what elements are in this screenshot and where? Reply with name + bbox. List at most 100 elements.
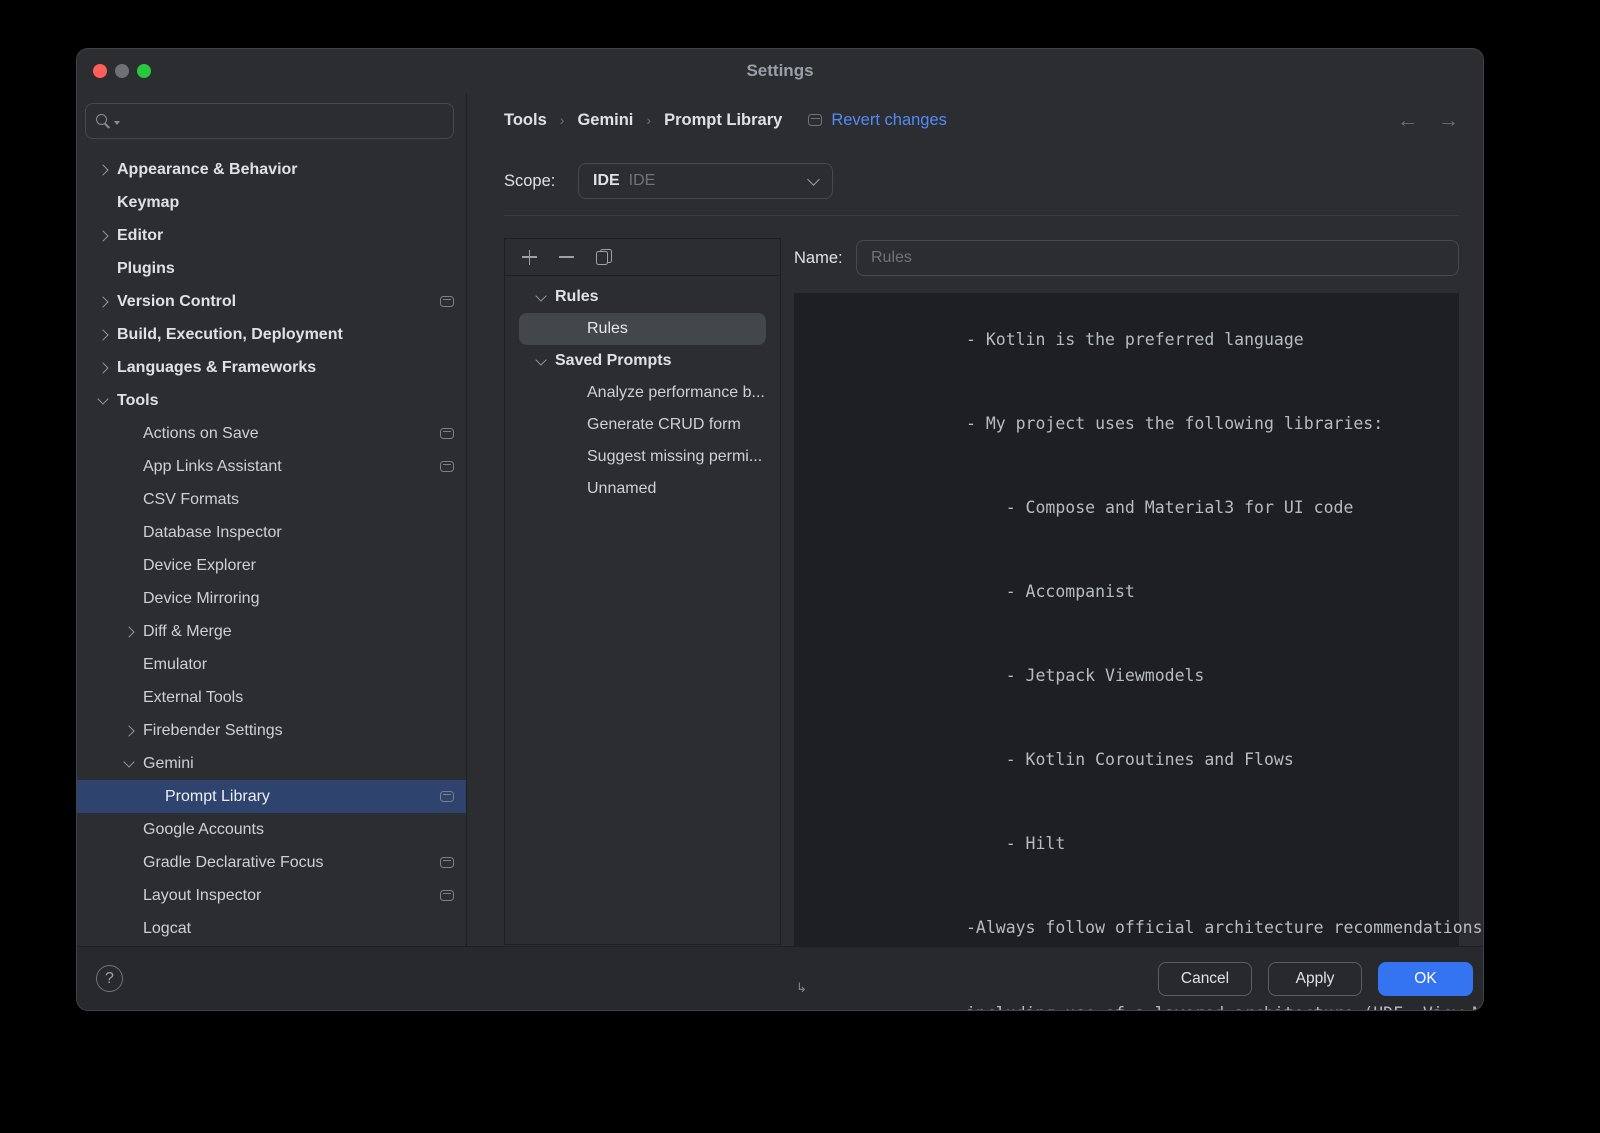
sidebar-item[interactable]: Layout Inspector <box>77 879 466 912</box>
remove-prompt-button[interactable] <box>559 256 574 258</box>
sidebar-item[interactable]: Actions on Save <box>77 417 466 450</box>
chevron-icon <box>97 362 108 373</box>
chevron-icon <box>97 230 108 241</box>
prompt-tree-row[interactable]: Analyze performance b... <box>519 377 766 409</box>
prompt-tree-label: Rules <box>555 288 599 306</box>
sidebar-item-label: App Links Assistant <box>143 458 282 476</box>
editor-line-text: - Accompanist <box>966 582 1135 601</box>
zoom-window-button[interactable] <box>137 64 151 78</box>
editor-line[interactable]: ↳ - Jetpack Viewmodels↲ <box>794 634 1459 718</box>
editor-line-text: - Kotlin Coroutines and Flows <box>966 750 1294 769</box>
prompt-tree-label: Rules <box>587 320 628 338</box>
sidebar-item[interactable]: Version Control <box>77 285 466 318</box>
editor-line[interactable]: ↳- My project uses the following librari… <box>794 382 1459 466</box>
prompt-text-editor[interactable]: ↳- Kotlin is the preferred language↲ ↳- … <box>794 293 1459 1011</box>
editor-line-text: - Compose and Material3 for UI code <box>966 498 1353 517</box>
sidebar-item[interactable]: Device Mirroring <box>77 582 466 615</box>
sidebar-item-label: Actions on Save <box>143 425 259 443</box>
sidebar-item-label: Device Mirroring <box>143 590 259 608</box>
chevron-icon <box>97 164 108 175</box>
sidebar-item[interactable]: Appearance & Behavior <box>77 153 466 186</box>
sidebar-item[interactable]: Gemini <box>77 747 466 780</box>
sidebar-item[interactable]: Emulator <box>77 648 466 681</box>
project-settings-icon <box>440 791 454 803</box>
section-divider <box>504 215 1459 216</box>
revert-changes-link[interactable]: Revert changes <box>831 111 947 130</box>
add-prompt-button[interactable] <box>522 250 537 265</box>
editor-line[interactable]: ↳ - Kotlin Coroutines and Flows↲ <box>794 718 1459 802</box>
breadcrumb-separator-icon: › <box>646 112 651 128</box>
sidebar-item[interactable]: Device Explorer <box>77 549 466 582</box>
chevron-icon <box>97 329 108 340</box>
copy-prompt-button[interactable] <box>596 249 612 265</box>
sidebar-item[interactable]: Keymap <box>77 186 466 219</box>
sidebar-item-label: Google Accounts <box>143 821 264 839</box>
prompt-tree-row[interactable]: Rules <box>519 281 766 313</box>
forward-arrow-icon[interactable]: → <box>1438 110 1459 131</box>
sidebar-item[interactable]: Plugins <box>77 252 466 285</box>
help-button[interactable]: ? <box>96 965 123 992</box>
close-window-button[interactable] <box>93 64 107 78</box>
prompt-tree-row[interactable]: Generate CRUD form <box>519 409 766 441</box>
revert-icon <box>808 114 822 126</box>
sidebar-item-label: Firebender Settings <box>143 722 283 740</box>
traffic-lights <box>93 49 151 93</box>
project-settings-icon <box>440 296 454 308</box>
prompt-tree-row[interactable]: Saved Prompts <box>519 345 766 377</box>
settings-content: Tools › Gemini › Prompt Library Revert c… <box>467 93 1483 946</box>
search-icon <box>96 114 111 129</box>
sidebar-item[interactable]: App Links Assistant <box>77 450 466 483</box>
prompt-tree-row[interactable]: Unnamed <box>519 473 766 505</box>
sidebar-item[interactable]: Diff & Merge <box>77 615 466 648</box>
chevron-icon <box>123 725 134 736</box>
scope-value: IDE <box>593 172 620 190</box>
sidebar-item-label: Appearance & Behavior <box>117 161 298 179</box>
sidebar-item-label: Languages & Frameworks <box>117 359 316 377</box>
editor-line-text: - Jetpack Viewmodels <box>966 666 1204 685</box>
sidebar-item[interactable]: Database Inspector <box>77 516 466 549</box>
sidebar-item[interactable]: Tools <box>77 384 466 417</box>
prompt-library-panels: Rules Rules Saved Prompts <box>504 238 1459 1011</box>
sidebar-item[interactable]: Languages & Frameworks <box>77 351 466 384</box>
sidebar-item[interactable]: Editor <box>77 219 466 252</box>
prompt-tree-row[interactable]: Suggest missing permi... <box>519 441 766 473</box>
minimize-window-button[interactable] <box>115 64 129 78</box>
revert-changes[interactable]: Revert changes <box>808 111 947 130</box>
editor-line[interactable]: ↳including use of a layered architecture… <box>794 972 1459 1011</box>
breadcrumb-item-gemini[interactable]: Gemini <box>577 111 633 130</box>
sidebar-item[interactable]: Prompt Library <box>77 780 466 813</box>
chevron-down-icon <box>807 173 820 186</box>
prompt-form: Name: Rules ↳- Kotlin is the preferred l… <box>794 238 1459 1011</box>
sidebar-item[interactable]: Google Accounts <box>77 813 466 846</box>
sidebar-item-label: Keymap <box>117 194 179 212</box>
sidebar-item[interactable]: External Tools <box>77 681 466 714</box>
sidebar-item[interactable]: Logcat <box>77 912 466 945</box>
sidebar-item-label: Tools <box>117 392 158 410</box>
sidebar-item-label: Build, Execution, Deployment <box>117 326 343 344</box>
scope-label: Scope: <box>504 172 578 191</box>
editor-line[interactable]: ↳ - Compose and Material3 for UI code↲ <box>794 466 1459 550</box>
editor-line[interactable]: ↳ - Accompanist↲ <box>794 550 1459 634</box>
sidebar-item[interactable]: Gradle Declarative Focus <box>77 846 466 879</box>
scope-hint: IDE <box>629 172 656 190</box>
breadcrumb-item-tools[interactable]: Tools <box>504 111 547 130</box>
project-settings-icon <box>440 461 454 473</box>
sidebar-item-label: Prompt Library <box>165 788 270 806</box>
sidebar-item[interactable]: Build, Execution, Deployment <box>77 318 466 351</box>
window-title: Settings <box>746 61 813 81</box>
sidebar-item-label: CSV Formats <box>143 491 239 509</box>
sidebar-item-label: Emulator <box>143 656 207 674</box>
chevron-icon <box>123 626 134 637</box>
sidebar-item[interactable]: Firebender Settings <box>77 714 466 747</box>
sidebar-item-label: Gradle Declarative Focus <box>143 854 324 872</box>
editor-line[interactable]: ↳-Always follow official architecture re… <box>794 886 1459 972</box>
editor-line[interactable]: ↳ - Hilt↲ <box>794 802 1459 886</box>
back-arrow-icon[interactable]: ← <box>1397 110 1418 131</box>
editor-line[interactable]: ↳- Kotlin is the preferred language↲ <box>794 298 1459 382</box>
scope-select[interactable]: IDE IDE <box>578 163 833 199</box>
prompt-tree-row[interactable]: Rules <box>519 313 766 345</box>
settings-search-input[interactable] <box>85 103 454 139</box>
prompt-name-input[interactable]: Rules <box>856 240 1459 276</box>
sidebar-item[interactable]: CSV Formats <box>77 483 466 516</box>
search-history-caret-icon[interactable] <box>114 121 120 125</box>
